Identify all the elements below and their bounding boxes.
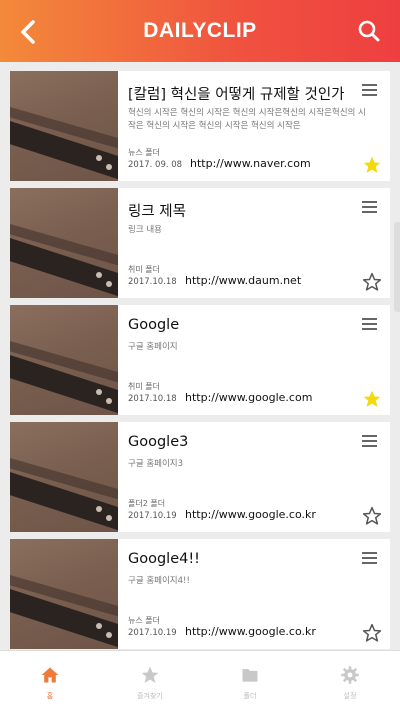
favorite-toggle[interactable]: [362, 506, 382, 526]
gear-icon: [341, 666, 359, 684]
clip-date: 2017.10.18: [128, 277, 177, 287]
clip-thumbnail: [10, 539, 118, 649]
search-button[interactable]: [356, 18, 382, 44]
search-icon: [358, 20, 380, 42]
star-outline-icon: [362, 623, 382, 642]
clip-card[interactable]: [칼럼] 혁신을 어떻게 규제할 것인가 혁신의 시작은 혁신의 시작은 혁신의…: [10, 71, 390, 181]
clip-thumbnail: [10, 71, 118, 181]
favorite-toggle[interactable]: [362, 623, 382, 643]
clip-url[interactable]: http://www.google.co.kr: [185, 625, 316, 638]
clip-folder: 취미 폴더: [128, 265, 160, 274]
clip-card[interactable]: Google4!! 구글 홈페이지4!! 뉴스 폴더 2017.10.19 ht…: [10, 539, 390, 649]
clip-menu-button[interactable]: [362, 201, 380, 215]
tab-home[interactable]: 홈: [0, 651, 100, 711]
clip-date: 2017.10.19: [128, 628, 177, 638]
star-filled-icon: [363, 390, 381, 407]
clip-url[interactable]: http://www.naver.com: [190, 157, 311, 170]
clip-folder: 뉴스 폴더: [128, 148, 160, 157]
tab-label: 홈: [46, 692, 54, 700]
clip-card[interactable]: Google3 구글 홈페이지3 폴더2 폴더 2017.10.19 http:…: [10, 422, 390, 532]
clip-description: 구글 홈페이지3: [128, 459, 184, 469]
clip-card[interactable]: Google 구글 홈페이지 취미 폴더 2017.10.18 http://w…: [10, 305, 390, 415]
clip-thumbnail: [10, 188, 118, 298]
clip-date: 2017.10.18: [128, 394, 177, 404]
clip-folder: 취미 폴더: [128, 382, 160, 391]
clip-url[interactable]: http://www.google.co.kr: [185, 508, 316, 521]
clip-menu-button[interactable]: [362, 84, 380, 98]
clip-folder: 뉴스 폴더: [128, 616, 160, 625]
favorite-toggle[interactable]: [362, 155, 382, 175]
clip-url[interactable]: http://www.google.com: [185, 391, 312, 404]
clip-list: [칼럼] 혁신을 어떻게 규제할 것인가 혁신의 시작은 혁신의 시작은 혁신의…: [0, 62, 400, 650]
back-button[interactable]: [14, 17, 44, 47]
clip-thumbnail: [10, 305, 118, 415]
clip-description: 링크 내용: [128, 225, 162, 235]
app: DAILYCLIP [칼럼] 혁신을 어떻게 규제할 것인가 혁신의 시작은 혁…: [0, 0, 400, 711]
clip-menu-button[interactable]: [362, 435, 380, 449]
clip-date: 2017.10.19: [128, 511, 177, 521]
tab-label: 폴더: [243, 692, 257, 700]
star-filled-icon: [363, 156, 381, 173]
home-icon: [41, 667, 59, 683]
clip-title: 링크 제목: [128, 204, 186, 220]
star-icon: [141, 666, 159, 683]
tab-folders[interactable]: 폴더: [200, 651, 300, 711]
scroll-edge-indicator: [394, 222, 400, 312]
clip-folder: 폴더2 폴더: [128, 499, 166, 508]
clip-description: 혁신의 시작은 혁신의 시작은 혁신의 시작은혁신의 시작은혁신의 시작은 혁신…: [128, 108, 366, 131]
clip-thumbnail: [10, 422, 118, 532]
clip-card[interactable]: 링크 제목 링크 내용 취미 폴더 2017.10.18 http://www.…: [10, 188, 390, 298]
chevron-left-icon: [21, 20, 35, 44]
folder-icon: [242, 669, 258, 682]
tab-label: 즐겨찾기: [137, 692, 163, 700]
clip-menu-button[interactable]: [362, 552, 380, 566]
clip-title: Google4!!: [128, 551, 200, 567]
clip-title: [칼럼] 혁신을 어떻게 규제할 것인가: [128, 87, 345, 103]
tab-label: 설정: [343, 692, 357, 700]
star-outline-icon: [362, 272, 382, 291]
favorite-toggle[interactable]: [362, 389, 382, 409]
bottom-tab-bar: 홈 즐겨찾기 폴더 설정: [0, 650, 400, 711]
star-outline-icon: [362, 506, 382, 525]
clip-title: Google: [128, 317, 180, 333]
app-title: DAILYCLIP: [143, 19, 257, 42]
clip-description: 구글 홈페이지4!!: [128, 576, 190, 586]
clip-title: Google3: [128, 434, 189, 450]
clip-description: 구글 홈페이지: [128, 342, 178, 352]
clip-url[interactable]: http://www.daum.net: [185, 274, 301, 287]
favorite-toggle[interactable]: [362, 272, 382, 292]
tab-settings[interactable]: 설정: [300, 651, 400, 711]
app-header: DAILYCLIP: [0, 0, 400, 62]
tab-favorites[interactable]: 즐겨찾기: [100, 651, 200, 711]
clip-date: 2017. 09. 08: [128, 160, 183, 170]
clip-menu-button[interactable]: [362, 318, 380, 332]
